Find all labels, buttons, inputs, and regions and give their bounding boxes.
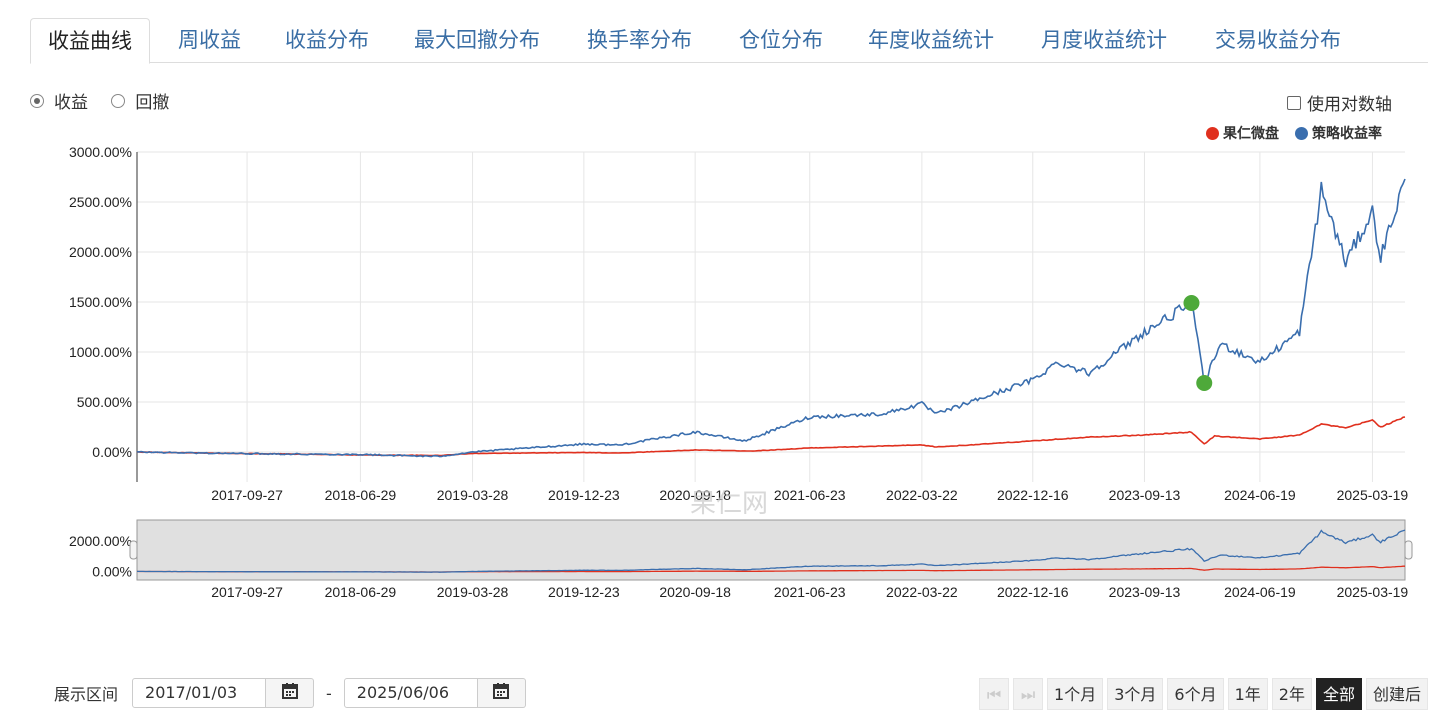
drawdown-start-marker xyxy=(1183,295,1200,311)
x-tick-label: 2018-06-29 xyxy=(325,487,397,503)
radio-empty-icon xyxy=(111,93,126,108)
y-tick-label: 3000.00% xyxy=(69,144,132,160)
navigator-series-line-strategy xyxy=(137,529,1406,573)
log-axis-checkbox[interactable]: 使用对数轴 xyxy=(1287,90,1392,115)
tab-trade-returns-distribution[interactable]: 交易收益分布 xyxy=(1215,18,1341,62)
returns-chart: 3000.00% 2500.00% 2000.00% 1500.00% 1000.00%… xyxy=(69,144,1413,600)
series-line-benchmark xyxy=(136,416,1406,457)
tab-weekly-returns[interactable]: 周收益 xyxy=(178,18,241,62)
next-page-icon[interactable]: ⏭ xyxy=(1013,678,1044,710)
range-label: 展示区间 xyxy=(54,685,119,704)
navigator-y-tick-label: 2000.00% xyxy=(69,533,132,549)
first-page-icon[interactable]: ⏮ xyxy=(979,678,1010,710)
x-tick-label: 2022-03-22 xyxy=(886,487,958,503)
navigator-left-handle xyxy=(129,540,138,560)
returns-radio[interactable]: 收益 xyxy=(30,88,88,113)
tab-position-distribution[interactable]: 仓位分布 xyxy=(739,18,823,62)
y-tick-label: 500.00% xyxy=(77,394,132,410)
tab-annual-returns[interactable]: 年度收益统计 xyxy=(868,18,994,62)
tab-monthly-returns[interactable]: 月度收益统计 xyxy=(1041,18,1167,62)
series-line-strategy xyxy=(136,178,1406,458)
range-separator: - xyxy=(326,683,332,703)
y-tick-label: 1500.00% xyxy=(69,294,132,310)
chart-legend: 果仁微盘 策略收益率 xyxy=(1206,123,1382,143)
range-6-month-button[interactable]: 6个月 xyxy=(1167,678,1224,710)
end-calendar-button[interactable] xyxy=(477,678,526,708)
navigator-series-line-benchmark xyxy=(136,565,1405,573)
range-2-year-button[interactable]: 2年 xyxy=(1271,678,1312,710)
watermark-logo: 果仁网 xyxy=(690,488,768,518)
navigator-x-tick-label: 2020-09-18 xyxy=(659,584,731,600)
checkbox-icon xyxy=(1287,95,1301,110)
date-range-bar: 展示区间 2017/01/03 - 2025/06/06 xyxy=(54,678,526,708)
range-since-creation-button[interactable]: 创建后 xyxy=(1365,678,1428,710)
navigator-x-tick-label: 2024-06-19 xyxy=(1224,584,1296,600)
x-tick-label: 2019-12-23 xyxy=(548,487,620,503)
end-date-input[interactable]: 2025/06/06 xyxy=(343,678,478,708)
x-tick-label: 2021-06-23 xyxy=(774,487,846,503)
y-tick-label: 1000.00% xyxy=(69,344,132,360)
navigator-x-tick-label: 2018-06-29 xyxy=(325,584,397,600)
x-tick-label: 2019-03-28 xyxy=(437,487,509,503)
y-tick-label: 2000.00% xyxy=(69,244,132,260)
navigator-x-tick-label: 2019-12-23 xyxy=(548,584,620,600)
navigator-right-handle xyxy=(1404,540,1413,560)
range-1-year-button[interactable]: 1年 xyxy=(1227,678,1268,710)
navigator-x-tick-label: 2023-09-13 xyxy=(1109,584,1181,600)
x-tick-label: 2023-09-13 xyxy=(1109,487,1181,503)
legend-dot-icon xyxy=(1206,126,1219,140)
y-tick-label: 0.00% xyxy=(92,444,132,460)
range-buttons: ⏮ ⏭ 1个月 3个月 6个月 1年 2年 全部 创建后 xyxy=(979,678,1428,710)
start-calendar-button[interactable] xyxy=(266,678,315,708)
start-date-input[interactable]: 2017/01/03 xyxy=(132,678,267,708)
tab-turnover-distribution[interactable]: 换手率分布 xyxy=(587,18,692,62)
x-tick-label: 2017-09-27 xyxy=(211,487,283,503)
navigator-x-tick-label: 2022-03-22 xyxy=(886,584,958,600)
legend-item-benchmark[interactable]: 果仁微盘 xyxy=(1206,123,1279,143)
mode-radio-group: 收益 回撤 xyxy=(30,88,187,113)
range-1-month-button[interactable]: 1个月 xyxy=(1047,678,1104,710)
calendar-icon xyxy=(281,683,298,703)
navigator-x-tick-label: 2019-03-28 xyxy=(437,584,509,600)
navigator-x-tick-label: 2017-09-27 xyxy=(211,584,283,600)
navigator-window xyxy=(136,519,1406,581)
tab-returns-curve[interactable]: 收益曲线 xyxy=(30,18,150,64)
navigator-y-tick-label: 0.00% xyxy=(92,563,132,579)
x-tick-label: 2025-03-19 xyxy=(1337,487,1409,503)
range-3-month-button[interactable]: 3个月 xyxy=(1107,678,1164,710)
radio-selected-icon xyxy=(30,93,44,108)
legend-dot-icon xyxy=(1295,126,1308,140)
calendar-icon xyxy=(493,683,510,703)
drawdown-end-marker xyxy=(1196,375,1213,391)
navigator-x-tick-label: 2022-12-16 xyxy=(997,584,1069,600)
y-tick-label: 2500.00% xyxy=(69,194,132,210)
watermark-url: guorn.com xyxy=(682,525,776,542)
x-tick-label: 2022-12-16 xyxy=(997,487,1069,503)
tab-max-drawdown-distribution[interactable]: 最大回撤分布 xyxy=(414,18,540,62)
drawdown-radio[interactable]: 回撤 xyxy=(111,88,169,113)
range-all-button[interactable]: 全部 xyxy=(1315,678,1362,710)
tab-returns-distribution[interactable]: 收益分布 xyxy=(285,18,369,62)
legend-item-strategy[interactable]: 策略收益率 xyxy=(1295,123,1382,143)
tab-bar: 收益曲线 周收益 收益分布 最大回撤分布 换手率分布 仓位分布 年度收益统计 月… xyxy=(30,18,1428,64)
navigator-x-tick-label: 2021-06-23 xyxy=(774,584,846,600)
x-tick-label: 2020-09-18 xyxy=(659,487,731,503)
navigator-x-tick-label: 2025-03-19 xyxy=(1337,584,1409,600)
x-tick-label: 2024-06-19 xyxy=(1224,487,1296,503)
